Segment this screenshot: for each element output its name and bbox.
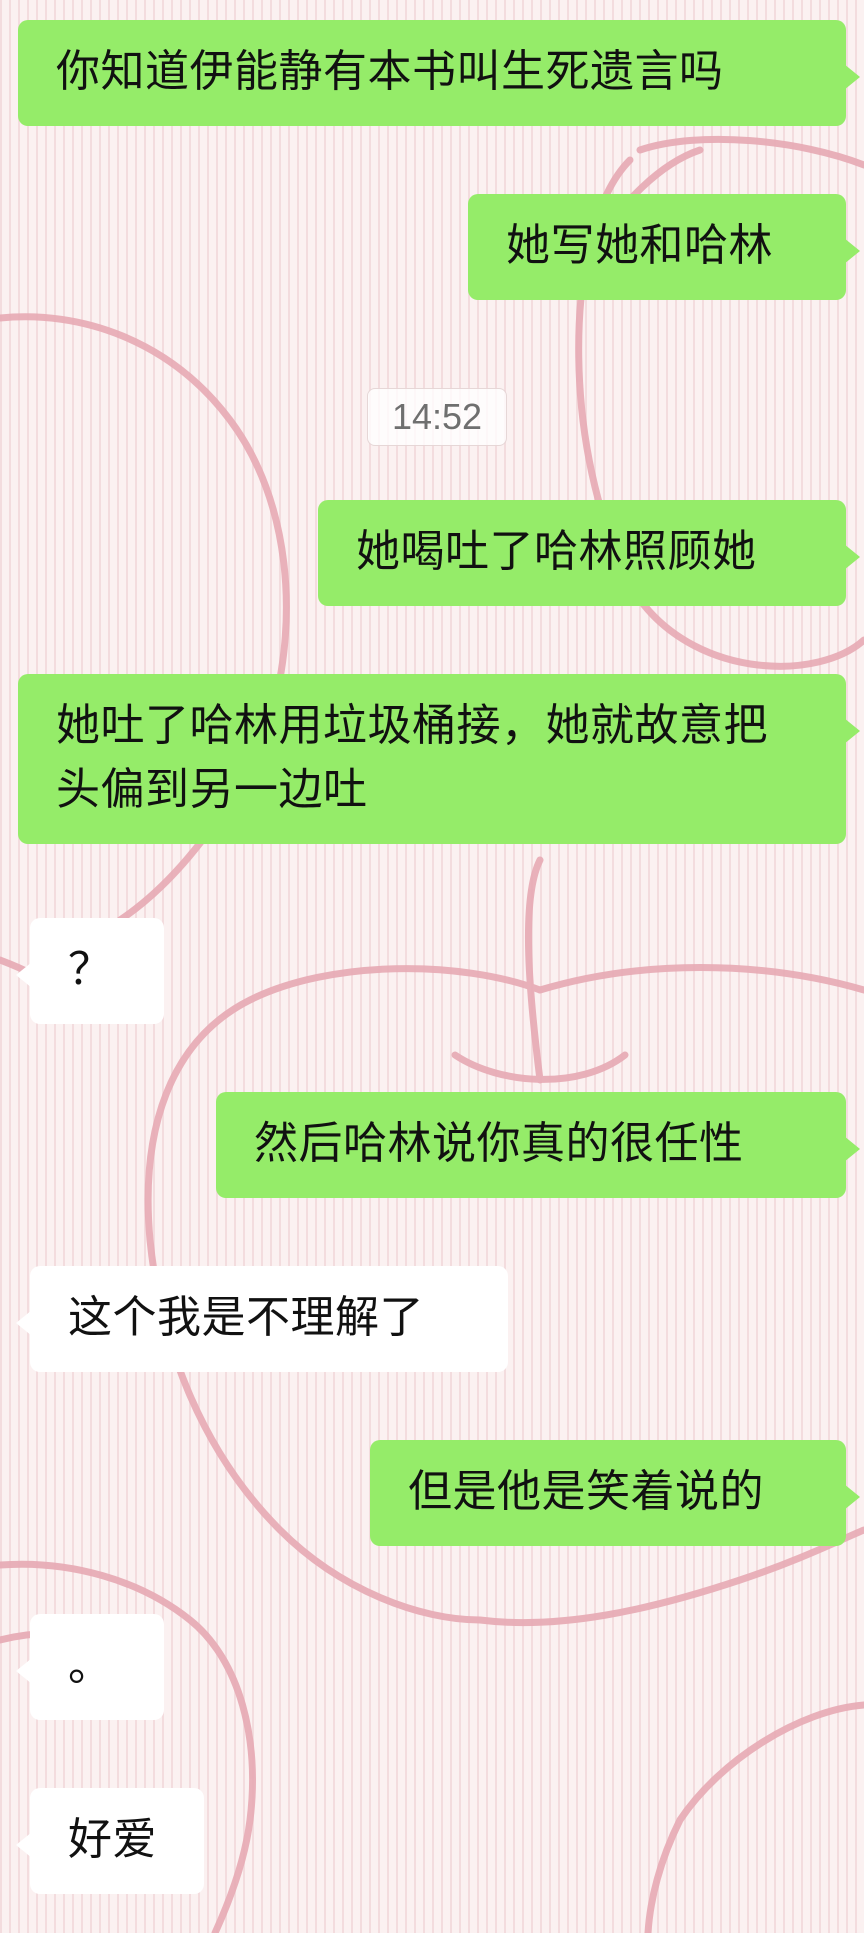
incoming-message-bubble[interactable]: 好爱 [16,1788,204,1894]
outgoing-message-bubble[interactable]: 但是他是笑着说的 [370,1440,860,1546]
incoming-message-bubble[interactable]: ？ [16,918,164,1024]
outgoing-message-bubble[interactable]: 然后哈林说你真的很任性 [216,1092,860,1198]
message-timestamp: 14:52 [367,388,507,446]
incoming-message-bubble[interactable]: 。 [16,1614,164,1720]
outgoing-message-bubble[interactable]: 她写她和哈林 [468,194,860,300]
outgoing-message-bubble[interactable]: 你知道伊能静有本书叫生死遗言吗 [18,20,860,126]
incoming-message-bubble[interactable]: 这个我是不理解了 [16,1266,508,1372]
chat-message-list[interactable]: 你知道伊能静有本书叫生死遗言吗 她写她和哈林 14:52 她喝吐了哈林照顾她 她… [0,0,864,1933]
outgoing-message-bubble[interactable]: 她吐了哈林用垃圾桶接，她就故意把头偏到另一边吐 [18,674,860,844]
outgoing-message-bubble[interactable]: 她喝吐了哈林照顾她 [318,500,860,606]
